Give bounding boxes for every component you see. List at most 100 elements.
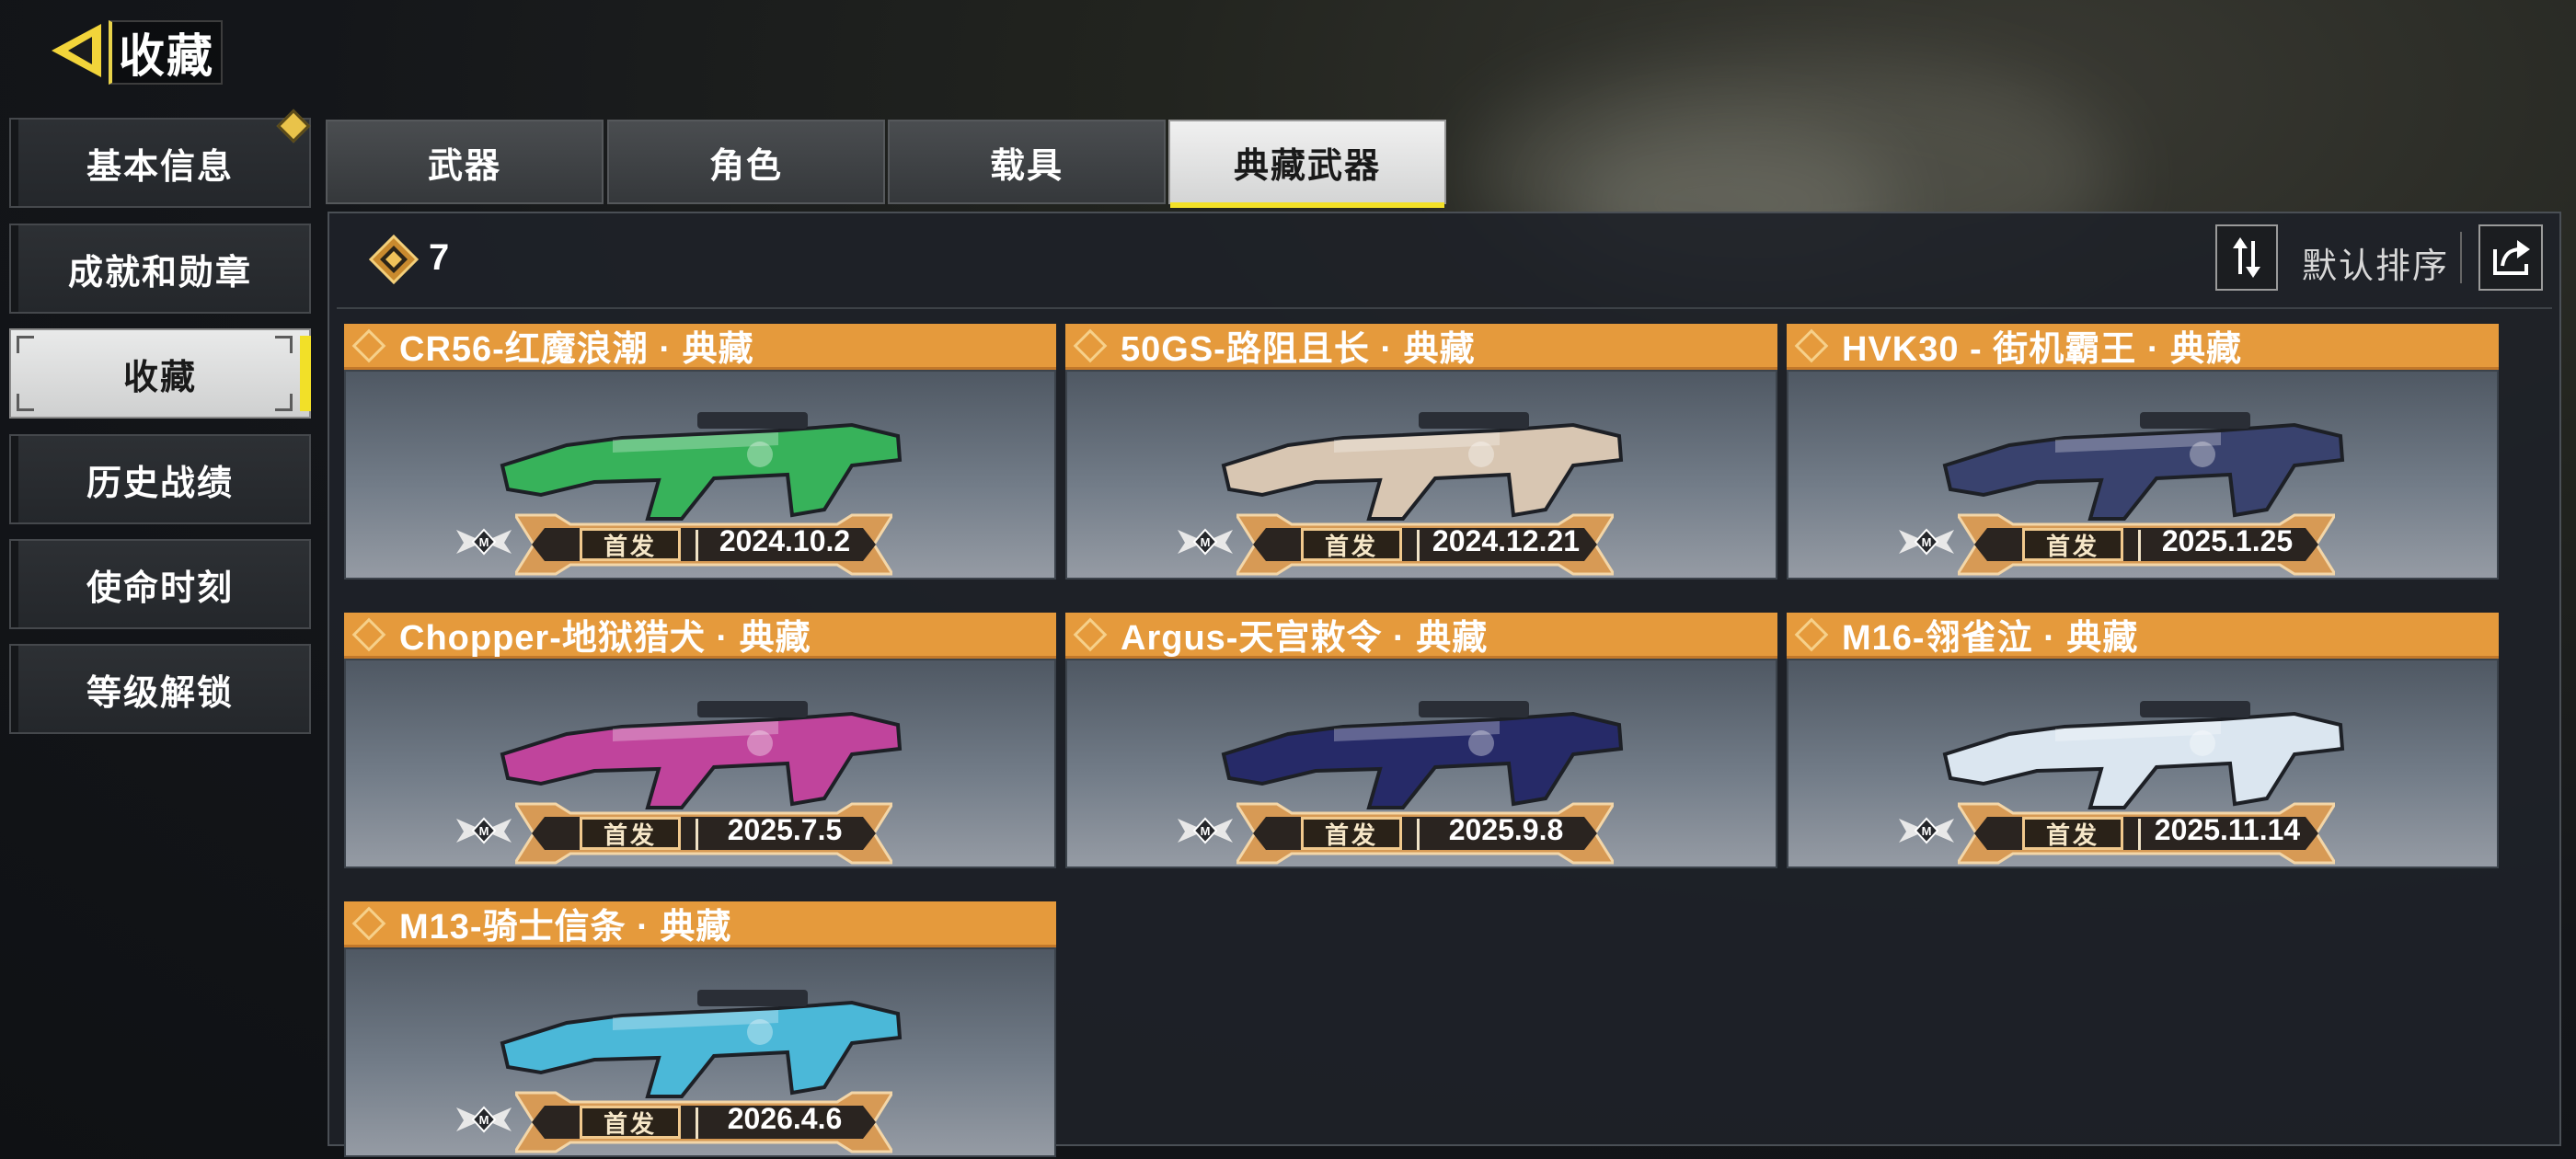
release-date-plaque: 首发 2025.9.8	[1236, 797, 1614, 866]
back-button[interactable]	[46, 18, 110, 83]
wings-emblem-icon: M	[456, 1106, 512, 1133]
legendary-emblem-icon	[368, 234, 420, 285]
first-release-badge: 首发	[580, 528, 681, 561]
plaque-separator	[2138, 819, 2141, 850]
badge-label: 首发	[1324, 532, 1378, 560]
sidebar-item-label: 历史战绩	[86, 464, 234, 503]
weapon-card-body: M 首发 2024.10.2	[344, 370, 1056, 580]
legendary-diamond-icon	[351, 328, 386, 362]
release-date: 2024.10.2	[719, 524, 851, 557]
first-release-badge: 首发	[580, 817, 681, 850]
release-date: 2025.7.5	[727, 813, 843, 846]
first-release-badge: 首发	[1301, 817, 1402, 850]
sidebar-item-label: 使命时刻	[86, 568, 234, 608]
svg-text:M: M	[1201, 535, 1211, 549]
legendary-diamond-icon	[351, 617, 386, 651]
legendary-diamond-icon	[1073, 617, 1108, 651]
legendary-diamond-icon	[351, 906, 386, 940]
sidebar-item-label: 等级解锁	[86, 673, 234, 713]
tab-characters[interactable]: 角色	[607, 120, 885, 204]
plaque-separator	[696, 1107, 698, 1139]
first-release-badge: 首发	[580, 1106, 681, 1139]
weapon-card-body: M 首发 2025.11.14	[1787, 659, 2499, 868]
release-date: 2025.11.14	[2154, 813, 2301, 846]
sidebar-item-level-unlock[interactable]: 等级解锁	[9, 644, 311, 734]
weapon-card[interactable]: HVK30 - 街机霸王 · 典藏 M 首发 2025.1.25	[1787, 324, 2499, 580]
release-date-plaque: 首发 2026.4.6	[515, 1085, 892, 1155]
weapon-card[interactable]: M13-骑士信条 · 典藏 M 首发 2026.4.6	[344, 901, 1056, 1157]
tab-label: 武器	[427, 146, 501, 186]
weapon-card-title-bar: Argus-天宫敕令 · 典藏	[1065, 613, 1777, 659]
weapon-card[interactable]: 50GS-路阻且长 · 典藏 M 首发 2024.12.21	[1065, 324, 1777, 580]
corner-decoration	[275, 336, 293, 353]
sidebar-item-label: 成就和勋章	[67, 253, 252, 293]
sidebar-item-moments[interactable]: 使命时刻	[9, 539, 311, 629]
weapon-card[interactable]: M16-翎雀泣 · 典藏 M 首发 2025.11.14	[1787, 613, 2499, 868]
release-date: 2024.12.21	[1432, 524, 1581, 557]
wings-emblem-icon: M	[456, 817, 512, 844]
wings-emblem-icon: M	[456, 528, 512, 556]
tab-weapons[interactable]: 武器	[326, 120, 604, 204]
collection-count: 7	[429, 237, 450, 278]
plaque-separator	[696, 530, 698, 561]
sort-toggle-button[interactable]	[2215, 224, 2278, 291]
release-date-plaque: 首发 2024.12.21	[1236, 508, 1614, 578]
share-button[interactable]	[2478, 224, 2543, 291]
weapon-card[interactable]: Argus-天宫敕令 · 典藏 M 首发 2025.9.8	[1065, 613, 1777, 868]
weapon-name: M16-翎雀泣 · 典藏	[1842, 619, 2139, 658]
tab-legendary-weapons[interactable]: 典藏武器	[1168, 120, 1446, 208]
share-icon	[2493, 240, 2530, 275]
first-release-badge: 首发	[1301, 528, 1402, 561]
legendary-diamond-icon	[1794, 328, 1829, 362]
sidebar-item-label: 基本信息	[86, 147, 234, 187]
plaque-separator	[696, 819, 698, 850]
header-title-bar: 收藏	[109, 20, 223, 85]
weapon-card-title-bar: M13-骑士信条 · 典藏	[344, 901, 1056, 947]
weapon-card-body: M 首发 2025.9.8	[1065, 659, 1777, 868]
toolbar-divider	[2460, 232, 2462, 283]
release-date-plaque: 首发 2025.1.25	[1958, 508, 2335, 578]
legendary-diamond-icon	[1073, 328, 1108, 362]
weapon-name: M13-骑士信条 · 典藏	[399, 908, 732, 947]
corner-decoration	[17, 394, 34, 411]
release-date-plaque: 首发 2024.10.2	[515, 508, 892, 578]
svg-text:M: M	[1922, 824, 1932, 838]
release-date: 2026.4.6	[727, 1102, 843, 1135]
badge-label: 首发	[603, 820, 657, 849]
page-title: 收藏	[119, 30, 214, 82]
weapon-card-title-bar: Chopper-地狱猎犬 · 典藏	[344, 613, 1056, 659]
first-release-badge: 首发	[2022, 817, 2123, 850]
tab-label: 角色	[708, 146, 783, 186]
badge-label: 首发	[603, 532, 657, 560]
sidebar-item-basic-info[interactable]: 基本信息	[9, 109, 311, 208]
sidebar-item-history[interactable]: 历史战绩	[9, 434, 311, 524]
sort-label[interactable]: 默认排序	[2302, 237, 2449, 288]
weapon-card[interactable]: Chopper-地狱猎犬 · 典藏 M 首发 2025.7.5	[344, 613, 1056, 868]
weapon-name: HVK30 - 街机霸王 · 典藏	[1842, 330, 2243, 369]
wings-emblem-icon: M	[1178, 528, 1233, 556]
corner-decoration	[17, 336, 34, 353]
sidebar-item-collection[interactable]: 收藏	[9, 328, 311, 419]
release-date-plaque: 首发 2025.7.5	[515, 797, 892, 866]
weapon-name: CR56-红魔浪潮 · 典藏	[399, 330, 754, 369]
badge-label: 首发	[2045, 820, 2099, 849]
toolbar-separator	[337, 307, 2552, 309]
first-release-badge: 首发	[2022, 528, 2123, 561]
release-date-plaque: 首发 2025.11.14	[1958, 797, 2335, 866]
weapon-card[interactable]: CR56-红魔浪潮 · 典藏 M 首发 2024.10.2	[344, 324, 1056, 580]
weapon-card-title-bar: 50GS-路阻且长 · 典藏	[1065, 324, 1777, 370]
weapon-name: Chopper-地狱猎犬 · 典藏	[399, 619, 811, 658]
tab-label: 载具	[989, 146, 1064, 186]
new-indicator-icon	[276, 109, 311, 143]
wings-emblem-icon: M	[1178, 817, 1233, 844]
weapon-name: Argus-天宫敕令 · 典藏	[1121, 619, 1489, 658]
tab-vehicles[interactable]: 载具	[888, 120, 1166, 204]
corner-decoration	[275, 394, 293, 411]
back-arrow-icon	[52, 24, 101, 77]
weapon-card-title-bar: CR56-红魔浪潮 · 典藏	[344, 324, 1056, 370]
svg-text:M: M	[1201, 824, 1211, 838]
release-date: 2025.1.25	[2161, 524, 2294, 557]
wings-emblem-icon: M	[1899, 817, 1954, 844]
sidebar-item-achievements[interactable]: 成就和勋章	[9, 224, 311, 314]
legendary-diamond-icon	[1794, 617, 1829, 651]
